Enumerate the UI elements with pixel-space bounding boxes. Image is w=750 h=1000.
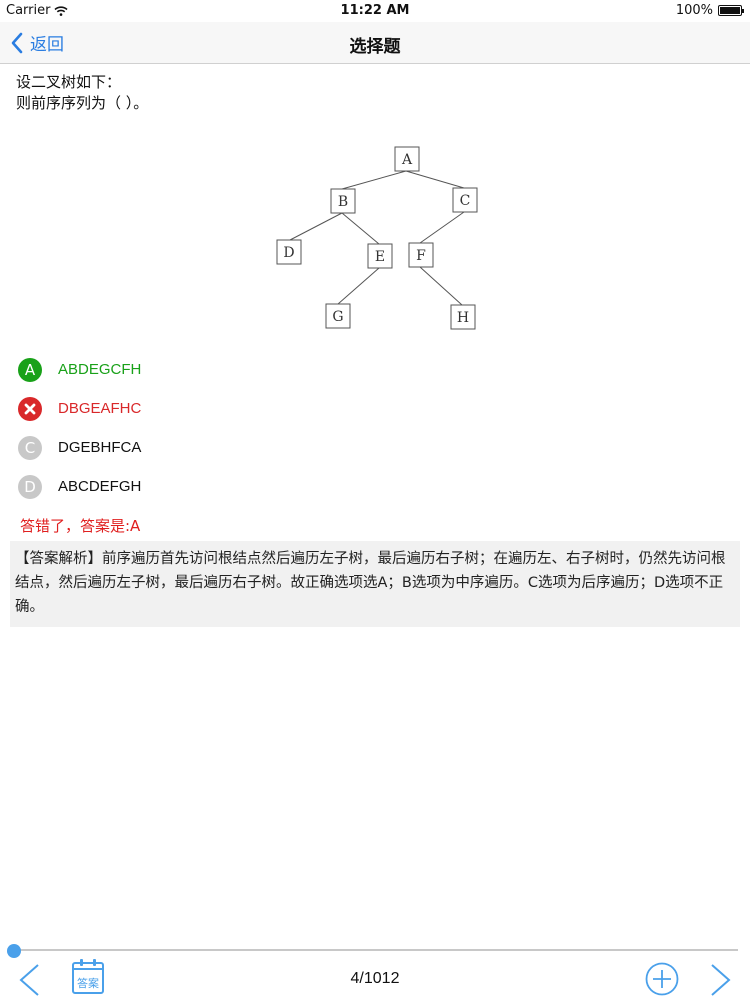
tree-edge <box>419 211 465 244</box>
option-d-badge: D <box>18 474 42 499</box>
option-a-text: ABDEGCFH <box>58 361 142 378</box>
tree-node-d: D <box>283 245 294 261</box>
add-icon[interactable] <box>645 962 679 996</box>
page-counter: 4/1012 <box>350 970 400 987</box>
tree-edge <box>341 212 380 245</box>
navigation-bar: 返回 选择题 <box>0 22 750 64</box>
progress-track <box>12 949 738 951</box>
wrong-x-icon <box>18 396 42 421</box>
question-line-1: 设二叉树如下： <box>16 73 122 91</box>
battery-icon <box>718 5 744 16</box>
option-d-text: ABCDEFGH <box>58 478 142 495</box>
option-c-badge: C <box>18 435 42 460</box>
option-d[interactable]: D ABCDEFGH <box>18 467 141 506</box>
status-bar: Carrier 11:22 AM 100% <box>0 0 750 22</box>
bottom-toolbar: 答案 4/1012 <box>0 958 750 1000</box>
result-message: 答错了，答案是:A <box>20 517 141 535</box>
tree-node-e: E <box>375 249 385 265</box>
question-line-2: 则前序序列为（ ）。 <box>16 94 149 112</box>
answer-explanation: 【答案解析】前序遍历首先访问根结点然后遍历左子树，最后遍历右子树；在遍历左、右子… <box>10 541 740 627</box>
next-question-icon[interactable] <box>708 963 734 997</box>
tree-node-b: B <box>338 194 348 210</box>
option-b-text: DBGEAFHC <box>58 400 142 417</box>
tree-node-c: C <box>460 193 471 209</box>
tree-node-a: A <box>401 152 413 168</box>
question-progress-slider[interactable] <box>7 944 738 958</box>
binary-tree-figure: A B C D E F G H <box>276 146 478 330</box>
option-c-text: DGEBHFCA <box>58 439 142 456</box>
option-c[interactable]: C DGEBHFCA <box>18 428 141 467</box>
battery-percent: 100% <box>675 3 713 18</box>
tree-node-f: F <box>416 248 426 264</box>
page-title: 选择题 <box>349 37 401 57</box>
tree-node-h: H <box>457 310 469 326</box>
option-a-badge: A <box>18 357 42 382</box>
tree-edge <box>337 267 380 305</box>
option-b[interactable]: DBGEAFHC <box>18 389 141 428</box>
option-a[interactable]: A ABDEGCFH <box>18 350 141 389</box>
tree-edge <box>289 212 343 241</box>
progress-knob[interactable] <box>7 944 22 958</box>
battery-info: 100% <box>675 3 744 18</box>
question-stem: 设二叉树如下： 则前序序列为（ ）。 <box>16 72 148 114</box>
tree-edge <box>419 266 463 306</box>
tree-edge <box>341 170 407 190</box>
clock: 11:22 AM <box>340 3 410 18</box>
tree-node-g: G <box>332 309 343 325</box>
answer-options: A ABDEGCFH DBGEAFHC C DGEBHFCA D ABCDEFG… <box>18 350 141 506</box>
tree-edge <box>405 170 465 189</box>
